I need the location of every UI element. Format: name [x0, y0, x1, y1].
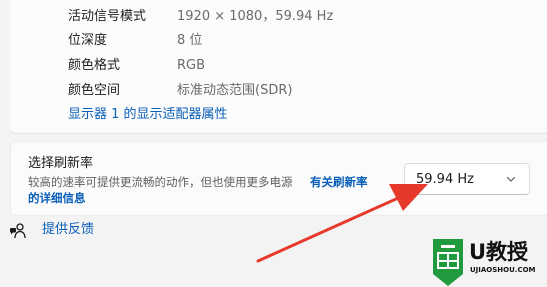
info-row-value: 1920 × 1080，59.94 Hz — [177, 9, 334, 24]
info-row-label: 颜色格式 — [68, 58, 121, 73]
refresh-rate-dropdown[interactable]: 59.94 Hz — [404, 163, 530, 195]
refresh-rate-title: 选择刷新率 — [28, 156, 94, 171]
watermark-logo: U教授 UJIAOSHOU.COM — [426, 238, 547, 287]
display-adapter-properties-link[interactable]: 显示器 1 的显示适配器属性 — [68, 106, 228, 124]
watermark-brand: U教授 — [469, 240, 529, 264]
watermark-domain: UJIAOSHOU.COM — [470, 266, 536, 274]
info-row-label: 位深度 — [68, 33, 108, 48]
refresh-rate-info-link[interactable]: 有关刷新率 — [310, 174, 368, 191]
info-row-label: 颜色空间 — [68, 83, 121, 98]
info-row-value: 标准动态范围(SDR) — [177, 83, 293, 98]
refresh-rate-description: 较高的速率可提供更流畅的动作，但也使用更多电源 — [28, 175, 293, 189]
refresh-rate-selected-value: 59.94 Hz — [416, 172, 474, 187]
refresh-rate-info-link-continued[interactable]: 的详细信息 — [28, 190, 86, 207]
give-feedback-link[interactable]: 提供反馈 — [42, 221, 94, 239]
shield-logo-icon — [433, 239, 463, 286]
refresh-rate-card: 选择刷新率 较高的速率可提供更流畅的动作，但也使用更多电源 有关刷新率 的详细信… — [10, 141, 547, 216]
display-info-card: 活动信号模式 1920 × 1080，59.94 Hz 位深度 8 位 颜色格式… — [10, 0, 547, 134]
chevron-down-icon — [506, 176, 516, 182]
info-row-value: RGB — [177, 58, 206, 73]
feedback-icon[interactable] — [9, 222, 27, 240]
info-row-label: 活动信号模式 — [68, 9, 147, 24]
info-row-value: 8 位 — [177, 33, 203, 48]
